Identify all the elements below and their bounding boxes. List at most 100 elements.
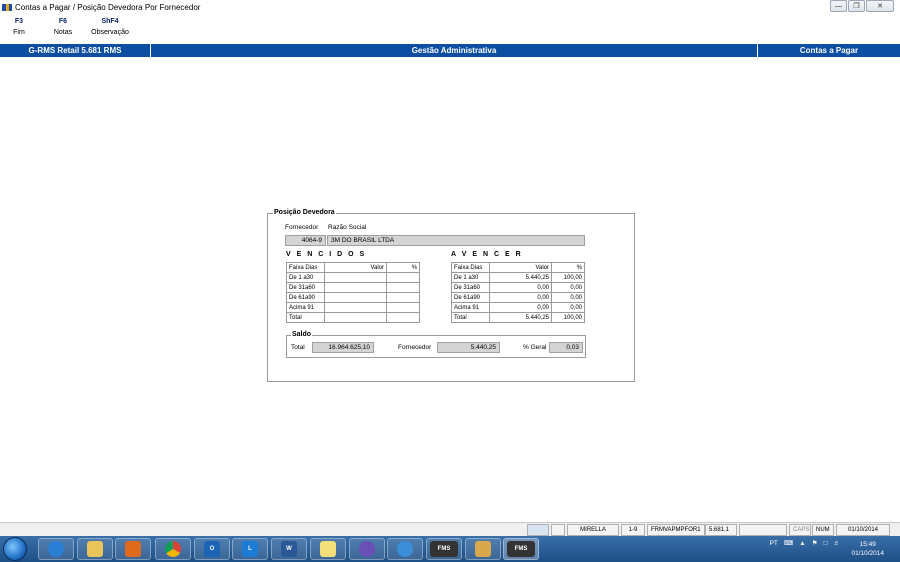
- infinity-icon: [359, 541, 375, 557]
- cell-faixa: De 1 a30: [286, 272, 325, 283]
- fkey-f3-fim[interactable]: F3 Fim: [0, 17, 38, 43]
- table-row[interactable]: De 61a90: [286, 292, 420, 303]
- status-program: FRMVAPMPFOR1: [647, 524, 705, 536]
- keyboard-tray-icon[interactable]: ⌨: [784, 539, 793, 547]
- close-button[interactable]: ✕: [866, 0, 894, 12]
- status-version: 5.681.1: [705, 524, 737, 536]
- table-row[interactable]: Acima 91 0,00 0,00: [451, 302, 585, 313]
- table-row[interactable]: De 61a90 0,00 0,00: [451, 292, 585, 303]
- ie-icon: [48, 541, 64, 557]
- taskbar: O L W FMS FMS PT ⌨ ▲ ⚑ □ ♬ 15:49 01/10/2…: [0, 536, 900, 562]
- window-title-bar: Contas a Pagar / Posição Devedora Por Fo…: [0, 0, 900, 14]
- cell-faixa: De 1 a30: [451, 272, 490, 283]
- fkey-code: F3: [14, 18, 24, 25]
- taskbar-chrome[interactable]: [155, 538, 191, 560]
- cell-faixa: De 61a90: [286, 292, 325, 303]
- col-valor: Valor: [489, 262, 552, 273]
- taskbar-fms-2[interactable]: FMS: [503, 538, 539, 560]
- word-icon: W: [281, 541, 297, 557]
- taskbar-clock[interactable]: 15:49 01/10/2014: [851, 540, 884, 558]
- volume-icon[interactable]: ♬: [834, 540, 841, 547]
- fkey-label: Observação: [91, 29, 129, 36]
- saldo-geral-label: % Geral: [523, 344, 547, 351]
- cell-faixa: Acima 91: [451, 302, 490, 313]
- table-row[interactable]: De 31a60 0,00 0,00: [451, 282, 585, 293]
- function-key-bar: F3 Fim F6 Notas ShF4 Observação: [0, 17, 138, 43]
- keyboard-icon[interactable]: [527, 524, 549, 536]
- cell-valor: 5.440,25: [489, 312, 552, 323]
- tray-expand-icon[interactable]: ▲: [799, 540, 805, 547]
- status-date: 01/10/2014: [836, 524, 890, 536]
- status-bar: MIRELLA 1-9 FRMVAPMPFOR1 5.681.1 CAPS NU…: [0, 522, 900, 536]
- razao-social-field[interactable]: 3M DO BRASIL LTDA: [327, 235, 585, 246]
- vencidos-title: V E N C I D O S: [286, 251, 367, 258]
- cell-faixa: De 61a90: [451, 292, 490, 303]
- clipboard-icon[interactable]: [551, 524, 565, 536]
- minimize-button[interactable]: —: [830, 0, 847, 12]
- cell-percent: [386, 302, 420, 313]
- area-name: Gestão Administrativa: [151, 44, 758, 57]
- module-header: G-RMS Retail 5.681 RMS Gestão Administra…: [0, 44, 900, 57]
- clock-time: 15:49: [859, 541, 876, 548]
- restore-button[interactable]: ❐: [848, 0, 865, 12]
- taskbar-media[interactable]: [115, 538, 151, 560]
- taskbar-fms-1[interactable]: FMS: [426, 538, 462, 560]
- status-blank: [739, 524, 787, 536]
- cell-valor: [324, 292, 387, 303]
- cell-percent: 0,00: [551, 302, 585, 313]
- saldo-total-field[interactable]: 16.964.625,10: [312, 342, 374, 353]
- table-row[interactable]: De 1 a30 5.440,25 100,00: [451, 272, 585, 283]
- cell-valor: [324, 312, 387, 323]
- cell-valor: 0,00: [489, 292, 552, 303]
- taskbar-explorer[interactable]: [77, 538, 113, 560]
- module-name: Contas a Pagar: [799, 46, 859, 55]
- paint-icon: [475, 541, 491, 557]
- cell-percent: [386, 272, 420, 283]
- start-button[interactable]: [3, 537, 27, 561]
- cell-faixa: Total: [451, 312, 490, 323]
- cell-percent: [386, 292, 420, 303]
- fkey-f6-notas[interactable]: F6 Notas: [44, 17, 82, 43]
- table-row-total[interactable]: Total 5.440,25 100,00: [451, 312, 585, 323]
- table-header-row: Faixa Dias Valor %: [451, 262, 585, 273]
- saldo-group: Saldo Total 16.964.625,10 Fornecedor 5.4…: [286, 331, 586, 358]
- fornecedor-code-field[interactable]: 4064-9: [285, 235, 326, 246]
- network-icon[interactable]: □: [824, 540, 828, 547]
- cell-faixa: De 31a60: [286, 282, 325, 293]
- language-indicator[interactable]: PT: [770, 540, 778, 547]
- taskbar-app-globe[interactable]: [387, 538, 423, 560]
- window-controls: — ❐ ✕: [829, 0, 894, 12]
- taskbar-word[interactable]: W: [271, 538, 307, 560]
- table-row[interactable]: Acima 91: [286, 302, 420, 313]
- status-caps: CAPS: [789, 524, 811, 536]
- taskbar-app-infinity[interactable]: [349, 538, 385, 560]
- flag-icon[interactable]: ⚑: [812, 539, 818, 547]
- saldo-fornecedor-field[interactable]: 5.440,25: [437, 342, 500, 353]
- folder-icon: [87, 541, 103, 557]
- posicao-devedora-panel: Posição Devedora Fornecedor Razão Social…: [267, 209, 635, 382]
- table-row[interactable]: De 1 a30: [286, 272, 420, 283]
- fkey-code: ShF4: [101, 18, 119, 25]
- cell-percent: 0,00: [551, 282, 585, 293]
- notes-icon: [320, 541, 336, 557]
- restore-icon: ❐: [853, 3, 860, 10]
- taskbar-outlook[interactable]: O: [194, 538, 230, 560]
- taskbar-lync[interactable]: L: [232, 538, 268, 560]
- cell-percent: [386, 312, 420, 323]
- taskbar-notes[interactable]: [310, 538, 346, 560]
- fkey-shf4-observacao[interactable]: ShF4 Observação: [88, 17, 132, 43]
- globe-icon: [397, 541, 413, 557]
- system-name: G-RMS Retail 5.681 RMS: [0, 44, 151, 57]
- lync-icon: L: [242, 541, 258, 557]
- table-header-row: Faixa Dias Valor %: [286, 262, 420, 273]
- window-title: Contas a Pagar / Posição Devedora Por Fo…: [15, 2, 201, 12]
- panel-title: Posição Devedora: [273, 209, 336, 216]
- fms-icon: FMS: [430, 541, 458, 557]
- taskbar-ie[interactable]: [38, 538, 74, 560]
- fkey-label: Fim: [13, 29, 25, 36]
- taskbar-paint[interactable]: [465, 538, 501, 560]
- table-row-total[interactable]: Total: [286, 312, 420, 323]
- cell-percent: 0,00: [551, 292, 585, 303]
- table-row[interactable]: De 31a60: [286, 282, 420, 293]
- saldo-geral-field[interactable]: 0,03: [549, 342, 583, 353]
